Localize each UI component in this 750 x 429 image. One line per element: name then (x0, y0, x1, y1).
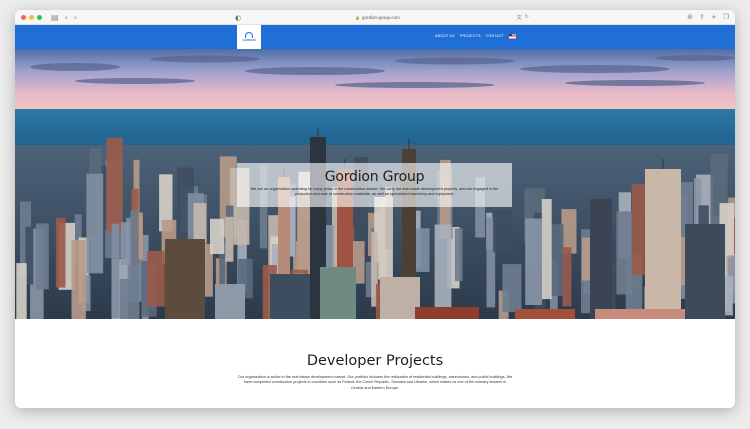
url-text-wrapper[interactable]: 🔒 gordion-group.com (355, 15, 400, 20)
hero-caption-box: Gordion Group We are an organization ope… (237, 163, 512, 207)
site-navbar: GORDION ABOUT US PROJECTS CONTACT (15, 25, 735, 49)
nav-controls: ▤ ‹ › (51, 12, 77, 23)
close-window-button[interactable] (21, 15, 26, 20)
address-bar[interactable]: ◐ 🔒 gordion-group.com 文 ↻ (235, 12, 535, 23)
minimize-window-button[interactable] (29, 15, 34, 20)
us-flag-icon[interactable] (509, 34, 517, 39)
maximize-window-button[interactable] (37, 15, 42, 20)
hero-title: Gordion Group (324, 169, 425, 185)
section-description: Our organization is active in the real e… (237, 375, 513, 390)
toolbar-actions: ⊕ ⇪ + ❐ (687, 12, 729, 23)
url-text: gordion-group.com (361, 15, 400, 20)
tabs-icon[interactable]: ❐ (723, 12, 729, 23)
section-title: Developer Projects (306, 353, 444, 369)
logo-text: GORDION (242, 39, 256, 42)
developer-projects-section: Developer Projects Our organization is a… (15, 319, 735, 391)
browser-toolbar: ▤ ‹ › ◐ 🔒 gordion-group.com 文 ↻ ⊕ ⇪ + ❐ (15, 10, 735, 25)
forward-icon[interactable]: › (74, 12, 77, 23)
new-tab-icon[interactable]: + (711, 12, 717, 23)
logo-mark-icon (245, 32, 253, 38)
reload-icon[interactable]: ↻ (525, 14, 529, 21)
hero-banner: Gordion Group We are an organization ope… (15, 49, 735, 319)
nav-menu: ABOUT US PROJECTS CONTACT (435, 34, 517, 39)
site-logo[interactable]: GORDION (237, 25, 261, 49)
nav-link-about-us[interactable]: ABOUT US (435, 34, 455, 38)
nav-link-contact[interactable]: CONTACT (486, 34, 505, 38)
address-bar-actions: 文 ↻ (517, 14, 529, 21)
sidebar-icon[interactable]: ▤ (51, 12, 59, 23)
download-icon[interactable]: ⊕ (687, 12, 693, 23)
browser-window: ▤ ‹ › ◐ 🔒 gordion-group.com 文 ↻ ⊕ ⇪ + ❐ … (15, 10, 735, 408)
privacy-shield-icon[interactable]: ◐ (235, 14, 355, 22)
lock-icon: 🔒 (355, 15, 360, 20)
share-icon[interactable]: ⇪ (699, 12, 705, 23)
hero-description: We are an organization operating for man… (250, 187, 499, 196)
window-controls (21, 15, 42, 20)
translate-icon[interactable]: 文 (517, 14, 522, 21)
nav-link-projects[interactable]: PROJECTS (460, 34, 481, 38)
back-icon[interactable]: ‹ (65, 12, 68, 23)
